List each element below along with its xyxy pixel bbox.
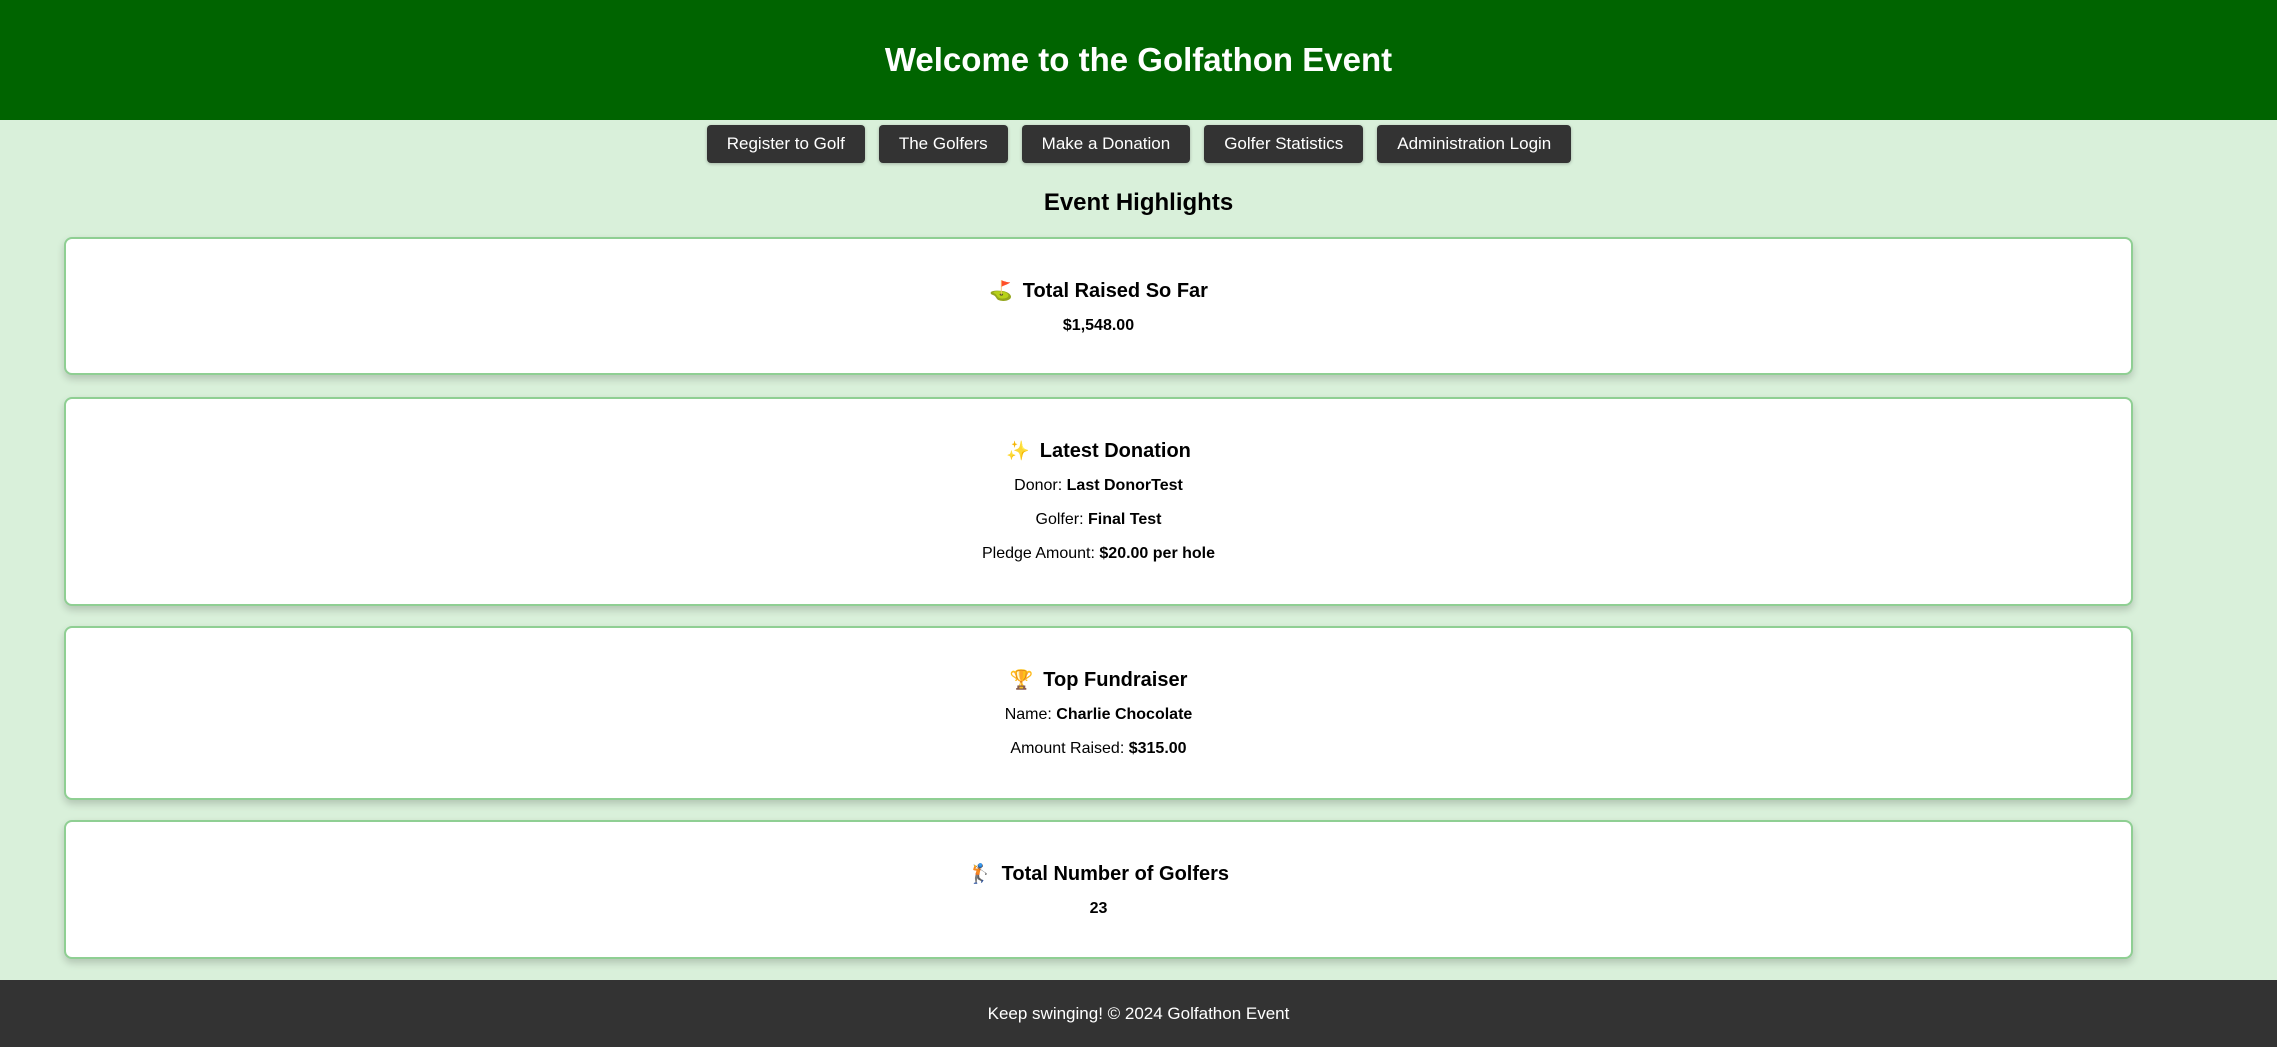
administration-login-button[interactable]: Administration Login	[1377, 125, 1572, 163]
event-highlights-heading: Event Highlights	[1043, 189, 1234, 216]
top-fundraiser-heading: 🏆 Top Fundraiser	[66, 668, 2131, 692]
donor-line: Donor: Last DonorTest	[66, 477, 2131, 495]
latest-donation-title: Latest Donation	[1039, 440, 1191, 462]
donor-value: Last DonorTest	[1066, 477, 1183, 494]
amount-raised-label: Amount Raised:	[1010, 740, 1125, 757]
total-golfers-value: 23	[1089, 900, 1108, 917]
golfer-label: Golfer:	[1035, 511, 1084, 528]
total-raised-title: Total Raised So Far	[1022, 280, 1208, 302]
the-golfers-button[interactable]: The Golfers	[878, 125, 1008, 163]
make-a-donation-button[interactable]: Make a Donation	[1021, 125, 1191, 163]
fundraiser-name-line: Name: Charlie Chocolate	[66, 706, 2131, 724]
golfer-line: Golfer: Final Test	[66, 511, 2131, 529]
site-footer: Keep swinging! © 2024 Golfathon Event	[0, 980, 2277, 1047]
site-header: Welcome to the Golfathon Event	[0, 0, 2277, 120]
total-golfers-card: 🏌 Total Number of Golfers 23	[64, 820, 2133, 959]
donor-label: Donor:	[1014, 477, 1063, 494]
amount-raised-line: Amount Raised: $315.00	[66, 740, 2131, 758]
pledge-line: Pledge Amount: $20.00 per hole	[66, 545, 2131, 563]
footer-text: Keep swinging! © 2024 Golfathon Event	[987, 1003, 1290, 1023]
latest-donation-card: ✨ Latest Donation Donor: Last DonorTest G…	[64, 397, 2133, 606]
golfer-value: Final Test	[1087, 511, 1162, 528]
page-title: Welcome to the Golfathon Event	[884, 41, 1393, 78]
total-raised-heading: ⛳ Total Raised So Far	[66, 279, 2131, 303]
fundraiser-name-value: Charlie Chocolate	[1056, 706, 1193, 723]
pledge-label: Pledge Amount:	[981, 545, 1095, 562]
total-raised-card: ⛳ Total Raised So Far $1,548.00	[64, 237, 2133, 375]
trophy-icon: 🏆	[1009, 670, 1034, 691]
total-raised-value: $1,548.00	[1062, 317, 1135, 334]
golf-flag-icon: ⛳	[989, 281, 1013, 302]
amount-raised-value: $315.00	[1128, 740, 1187, 757]
main-nav: Register to Golf The Golfers Make a Dona…	[1, 125, 2277, 163]
fundraiser-name-label: Name:	[1004, 706, 1052, 723]
golfer-statistics-button[interactable]: Golfer Statistics	[1204, 125, 1364, 163]
pledge-value: $20.00 per hole	[1099, 545, 1216, 562]
sparkles-icon: ✨	[1006, 441, 1030, 462]
golfer-icon: 🏌	[967, 864, 992, 885]
top-fundraiser-card: 🏆 Top Fundraiser Name: Charlie Chocolate …	[64, 626, 2133, 800]
latest-donation-heading: ✨ Latest Donation	[66, 439, 2131, 463]
total-golfers-heading: 🏌 Total Number of Golfers	[66, 862, 2131, 886]
top-fundraiser-title: Top Fundraiser	[1043, 669, 1188, 691]
total-golfers-title: Total Number of Golfers	[1001, 863, 1230, 885]
register-to-golf-button[interactable]: Register to Golf	[706, 125, 865, 163]
